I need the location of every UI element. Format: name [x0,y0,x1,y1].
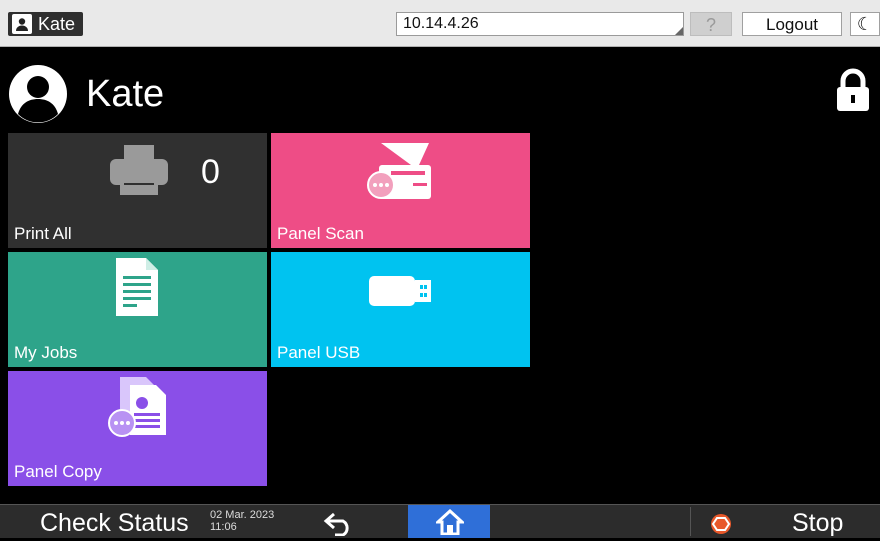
tile-label: Panel USB [277,343,361,362]
usb-icon [369,276,431,306]
scanner-icon [367,143,431,199]
home-button[interactable] [408,505,490,538]
moon-icon: ☾ [856,14,874,34]
user-chip-name: Kate [38,14,76,34]
stop-icon[interactable] [710,513,732,535]
user-icon [12,14,32,34]
system-top-bar: Kate 10.14.4.26 ? Logout ☾ [0,0,880,47]
help-button[interactable]: ? [690,12,732,36]
resize-corner-icon [675,27,683,35]
tile-label: Panel Copy [14,462,102,481]
lock-icon[interactable] [834,68,872,112]
ip-address-field[interactable]: 10.14.4.26 [396,12,684,36]
divider [690,507,691,536]
print-job-count: 0 [201,153,220,191]
date-text: 02 Mar. 2023 [210,509,275,521]
tile-label: My Jobs [14,343,78,362]
back-arrow-icon[interactable] [322,510,358,536]
check-status-button[interactable]: Check Status [40,505,189,538]
tile-label: Panel Scan [277,224,364,243]
tile-label: Print All [14,224,72,243]
page-title: Kate [86,73,165,115]
avatar-icon [9,65,67,123]
document-icon [116,258,158,316]
date-time-display: 02 Mar. 2023 11:06 [210,509,274,533]
copy-icon [108,377,166,437]
energy-saver-button[interactable]: ☾ [850,12,880,36]
user-chip[interactable]: Kate [8,12,84,36]
tile-print-all[interactable]: 0 Print All [8,133,267,248]
logout-button[interactable]: Logout [742,12,842,36]
ip-address-text: 10.14.4.26 [403,15,479,32]
printer-icon [110,145,168,195]
system-bottom-bar: Check Status 02 Mar. 2023 11:06 Stop [0,504,880,538]
tile-my-jobs[interactable]: My Jobs [8,252,267,367]
home-icon [436,509,464,535]
tile-panel-usb[interactable]: Panel USB [271,252,530,367]
tile-panel-copy[interactable]: Panel Copy [8,371,267,486]
user-header: Kate [8,64,164,124]
time-text: 11:06 [210,521,237,533]
stop-button[interactable]: Stop [792,505,843,538]
tile-panel-scan[interactable]: Panel Scan [271,133,530,248]
